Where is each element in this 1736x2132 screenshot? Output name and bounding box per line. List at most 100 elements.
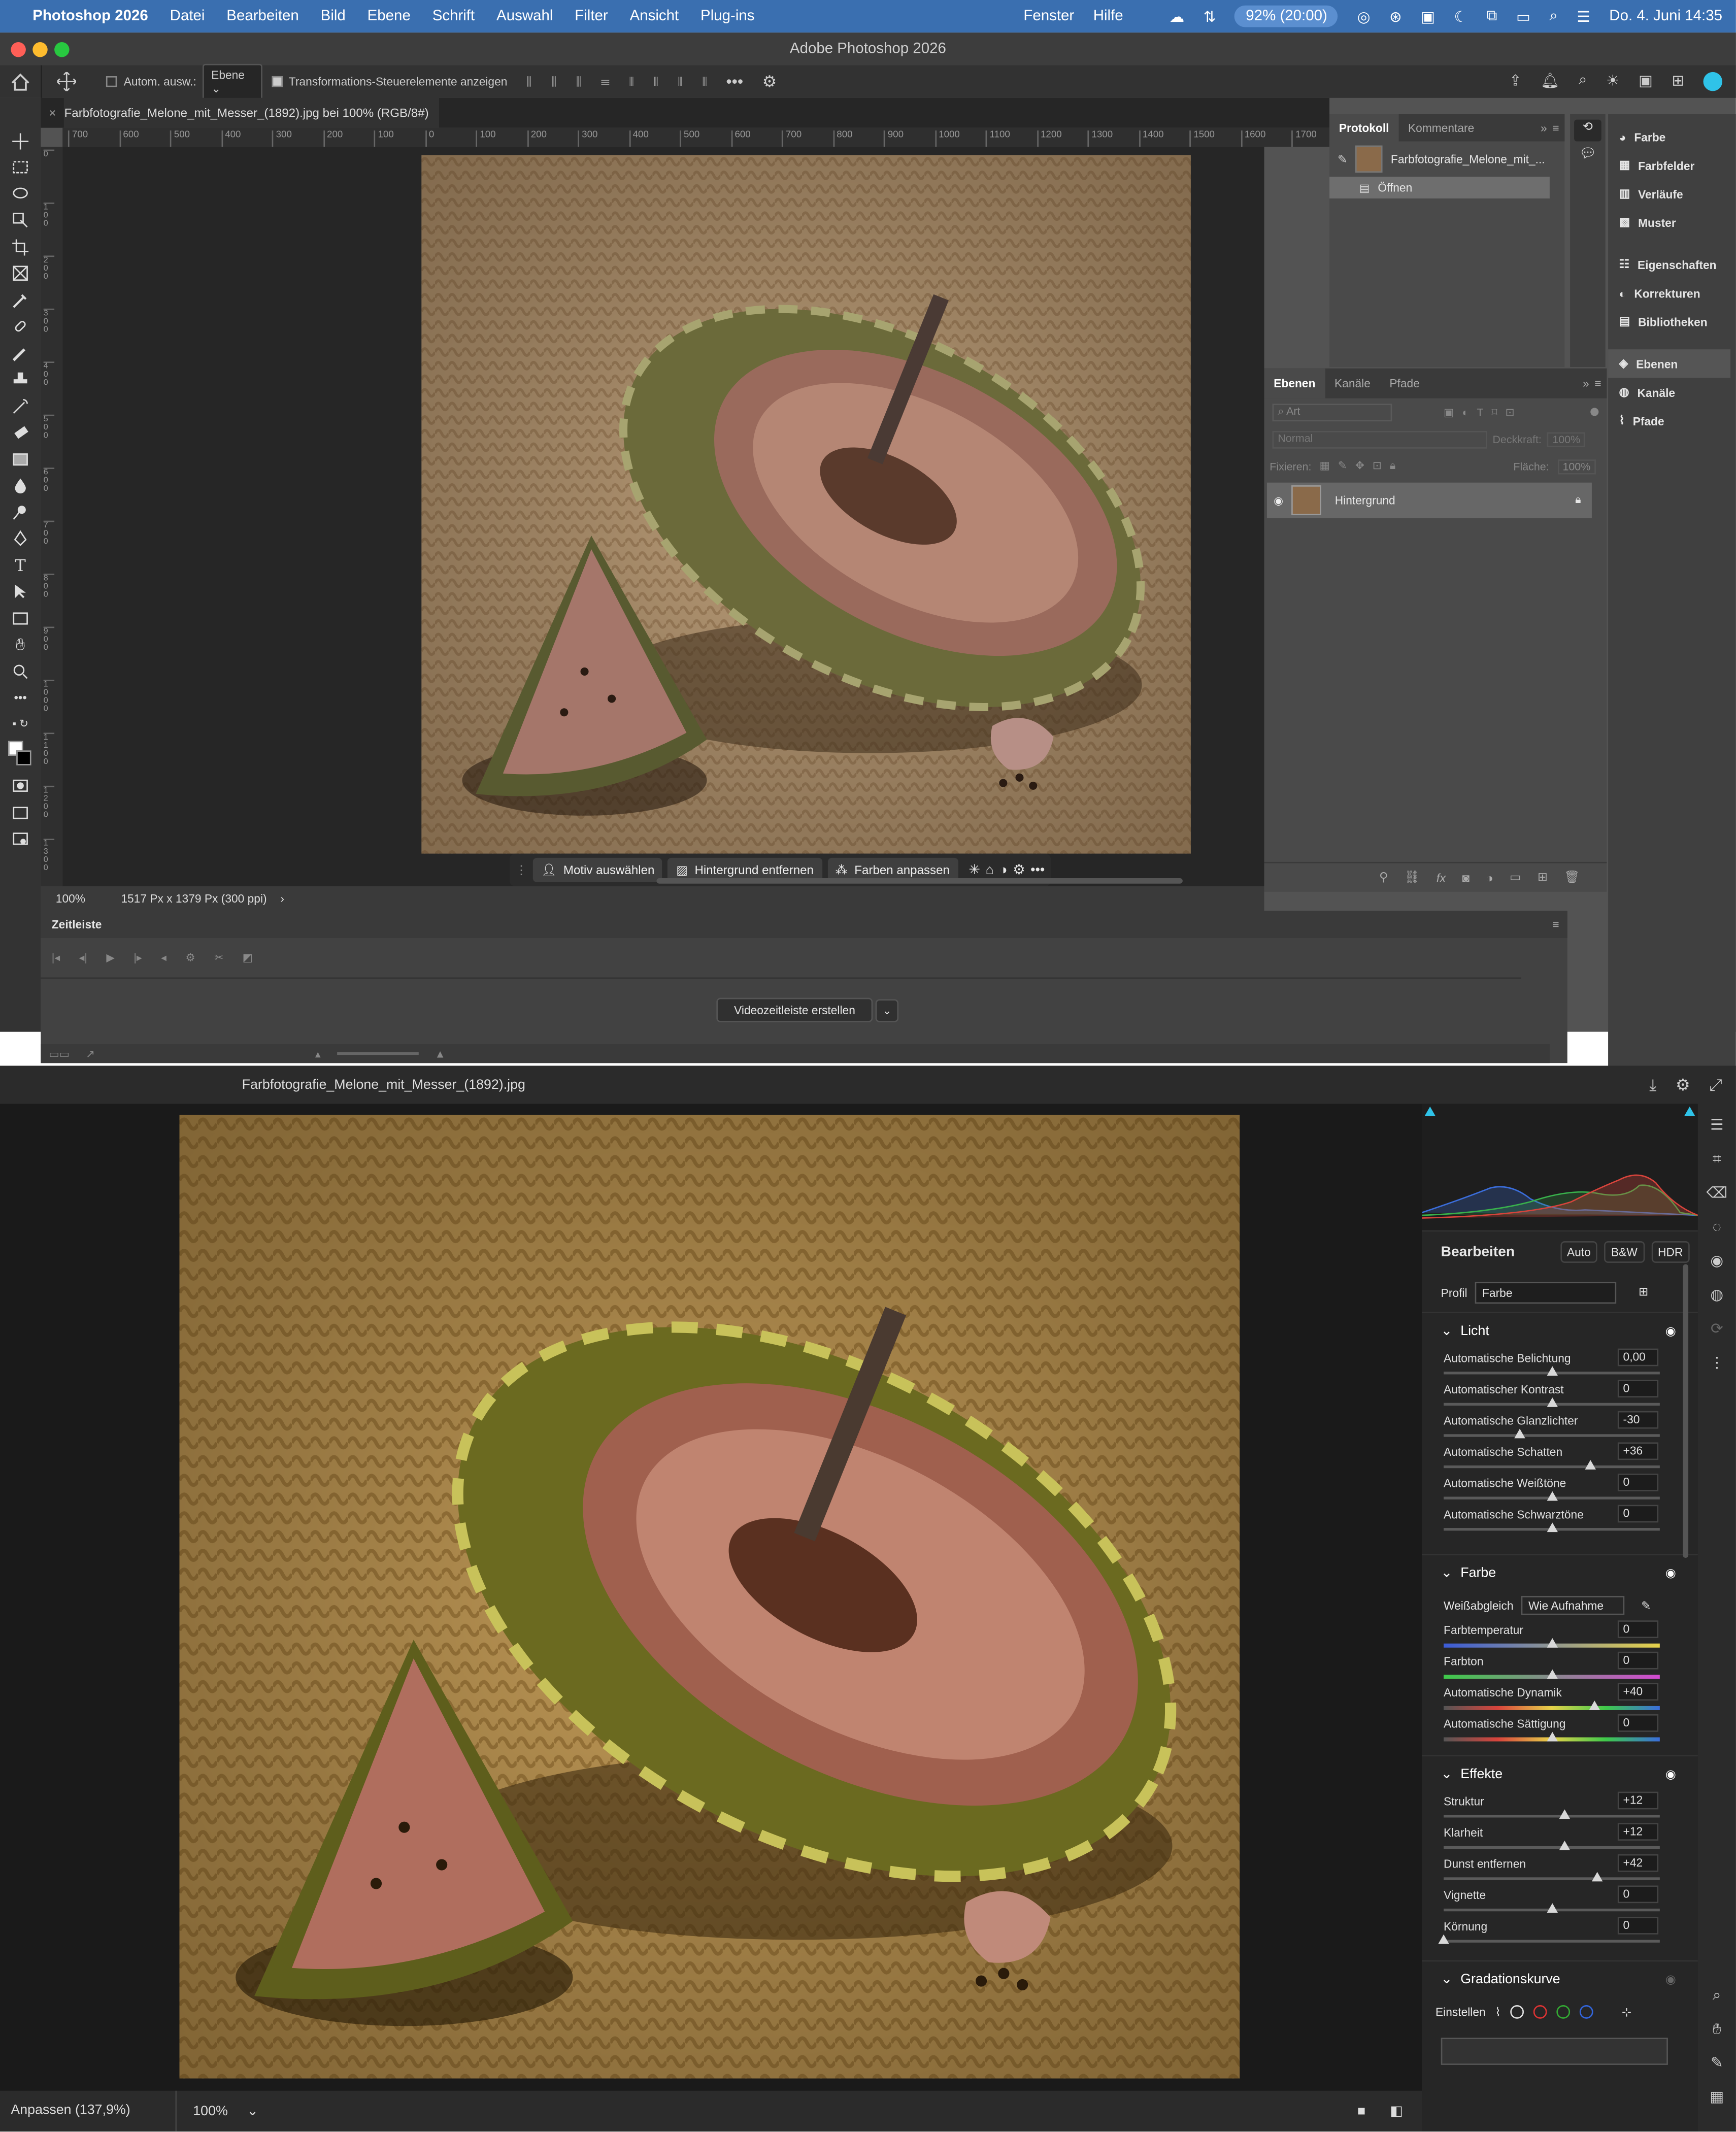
slider-knob[interactable] bbox=[1585, 1460, 1596, 1470]
marquee-tool-icon[interactable] bbox=[0, 154, 41, 181]
transition-icon[interactable]: ◩ bbox=[243, 952, 253, 964]
targeted-adjust-icon[interactable]: ⊹ bbox=[1622, 2005, 1631, 2019]
comments-panel-icon[interactable]: 💬︎ bbox=[1574, 147, 1601, 161]
edit-toolbar-icon[interactable] bbox=[0, 826, 41, 852]
dock-farbe[interactable]: ◕ Farbe bbox=[1608, 122, 1736, 151]
eye-icon[interactable]: ◉ bbox=[1274, 494, 1283, 506]
hand-tool-icon[interactable]: ✋︎ bbox=[0, 631, 41, 658]
zoom-in-icon[interactable]: ▲ bbox=[435, 1047, 446, 1059]
slider-value-input[interactable]: 0 bbox=[1617, 1885, 1659, 1904]
adobe-avatar[interactable] bbox=[1703, 72, 1723, 91]
zoom-window-button[interactable] bbox=[54, 42, 70, 57]
bell-icon[interactable]: 🔔︎ bbox=[1541, 72, 1559, 91]
type-tool-icon[interactable]: T bbox=[0, 552, 41, 578]
section-effekte[interactable]: ⌄ Effekte ◉ bbox=[1422, 1756, 1698, 1792]
select-subject-button[interactable]: 👤︎ Motiv auswählen bbox=[532, 857, 663, 883]
gradient-tool-icon[interactable] bbox=[0, 446, 41, 472]
layer-filter-dropdown[interactable]: ⌕ Art bbox=[1272, 403, 1392, 421]
slider-knob[interactable] bbox=[1546, 1491, 1557, 1501]
blend-mode-dropdown[interactable]: Normal bbox=[1272, 430, 1487, 448]
history-panel-icon[interactable]: ⟲ bbox=[1574, 119, 1601, 142]
slider-knob[interactable] bbox=[1546, 1903, 1557, 1913]
minimize-window-button[interactable] bbox=[32, 42, 48, 57]
audio-icon[interactable]: ◂ bbox=[161, 952, 166, 964]
screen-mode-icon[interactable] bbox=[0, 800, 41, 826]
cast-icon[interactable]: ⧉ bbox=[1486, 8, 1497, 25]
profile-browser-icon[interactable]: ⊞ bbox=[1639, 1285, 1648, 1300]
fullscreen-icon[interactable]: ⤢ bbox=[1709, 1075, 1722, 1095]
document-tab[interactable]: Farbfotografie_Melone_mit_Messer_(1892).… bbox=[64, 97, 440, 128]
transform-icon[interactable]: ⌂ bbox=[986, 862, 994, 877]
chevron-down-icon[interactable]: ⌄ bbox=[1441, 1323, 1452, 1338]
menu-plugins[interactable]: Plug-ins bbox=[700, 8, 754, 24]
slider-track[interactable] bbox=[1444, 1706, 1660, 1710]
slider-knob[interactable] bbox=[1591, 1872, 1603, 1882]
fx-icon[interactable]: fx bbox=[1437, 871, 1446, 884]
layer-name[interactable]: Hintergrund bbox=[1335, 493, 1395, 507]
zoom-value[interactable]: 100% bbox=[193, 2104, 227, 2118]
align-icons[interactable]: ⫼ ⫼ ⫼ ☰ ⫴ ⫴ ⫴ ⫴ bbox=[526, 74, 715, 89]
chevron-down-icon[interactable]: ⌄ bbox=[1441, 1767, 1452, 1781]
dock-pfade[interactable]: ⌇ Pfade bbox=[1608, 407, 1736, 435]
play-icon[interactable]: ▶ bbox=[106, 952, 114, 964]
move-tool-options-icon[interactable] bbox=[41, 65, 89, 98]
point-curve-red-icon[interactable] bbox=[1533, 2005, 1547, 2019]
history-item[interactable]: ▤ Öffnen bbox=[1329, 177, 1550, 198]
settings-icon[interactable]: ⚙ bbox=[185, 952, 195, 964]
tab-pfade[interactable]: Pfade bbox=[1380, 377, 1429, 390]
color-swatches[interactable] bbox=[0, 738, 41, 773]
point-curve-green-icon[interactable] bbox=[1556, 2005, 1571, 2019]
chevron-down-icon[interactable]: ⌄ bbox=[876, 998, 898, 1022]
slider-value-input[interactable]: 0 bbox=[1617, 1916, 1659, 1935]
slider-value-input[interactable]: 0 bbox=[1617, 1505, 1659, 1523]
slider-value-input[interactable]: +40 bbox=[1617, 1683, 1659, 1701]
spotlight-search-icon[interactable]: ⌕ bbox=[1549, 8, 1558, 25]
slider-track[interactable] bbox=[1444, 1465, 1660, 1469]
history-snapshot[interactable]: ✎ Farbfotografie_Melone_mit_... bbox=[1329, 142, 1564, 177]
moon-icon[interactable]: ☾ bbox=[1454, 8, 1467, 25]
parametric-curve-icon[interactable]: ⌇ bbox=[1495, 2005, 1500, 2019]
home-icon[interactable] bbox=[0, 65, 41, 98]
rectangle-tool-icon[interactable] bbox=[0, 605, 41, 631]
layer-row-hintergrund[interactable]: ◉ Hintergrund 🔒︎ bbox=[1266, 482, 1592, 518]
slider-knob[interactable] bbox=[1559, 1809, 1571, 1819]
stamp-tool-icon[interactable] bbox=[0, 367, 41, 393]
cloud-sync-icon[interactable]: ⊞ bbox=[1672, 72, 1684, 91]
slider-knob[interactable] bbox=[1546, 1669, 1557, 1679]
dock-eigenschaften[interactable]: ☷ Eigenschaften bbox=[1608, 250, 1736, 279]
filter-icons[interactable]: ▣◐T⌑⊡ bbox=[1444, 406, 1523, 418]
menu-bearbeiten[interactable]: Bearbeiten bbox=[226, 8, 299, 24]
dock-ebenen[interactable]: ◈ Ebenen bbox=[1608, 349, 1731, 378]
zoom-slider[interactable] bbox=[337, 1052, 419, 1055]
filter-toggle[interactable] bbox=[1590, 408, 1599, 416]
snapshots-tool-icon[interactable]: ⟳ bbox=[1698, 1313, 1736, 1347]
slider-knob[interactable] bbox=[1546, 1366, 1557, 1376]
drag-handle-icon[interactable]: ⋮ bbox=[515, 862, 527, 877]
vpn-icon[interactable]: ◎ bbox=[1357, 8, 1371, 25]
lock-icons[interactable]: ▦✎✥⊡🔒︎ bbox=[1320, 459, 1404, 473]
more-options-icon[interactable]: ••• bbox=[726, 72, 743, 91]
edit-tool-icon[interactable]: ☰ bbox=[1698, 1109, 1736, 1143]
network-icon[interactable]: ⇅ bbox=[1204, 8, 1216, 25]
eyedropper-tool-icon[interactable] bbox=[0, 287, 41, 313]
mask-settings-icon[interactable]: ⚙ bbox=[1013, 862, 1025, 877]
gear-icon[interactable]: ⚙ bbox=[762, 72, 777, 91]
control-center-icon[interactable]: ☰ bbox=[1577, 8, 1590, 25]
panel-menu-icon[interactable]: ≡ bbox=[1594, 377, 1601, 390]
tab-protokoll[interactable]: Protokoll bbox=[1329, 114, 1399, 142]
hand-tool-icon[interactable]: ✋︎ bbox=[1698, 2013, 1736, 2047]
dock-korrekturen[interactable]: ◐ Korrekturen bbox=[1608, 279, 1736, 307]
crop-tool-icon[interactable]: ⌗ bbox=[1698, 1143, 1736, 1177]
generative-icon[interactable]: ✳ bbox=[969, 862, 980, 877]
profile-dropdown[interactable]: Farbe bbox=[1475, 1281, 1617, 1303]
gear-icon[interactable]: ⚙ bbox=[1676, 1075, 1690, 1095]
white-balance-dropdown[interactable]: Wie Aufnahme bbox=[1521, 1595, 1625, 1615]
slider-value-input[interactable]: +42 bbox=[1617, 1854, 1659, 1872]
healing-brush-tool-icon[interactable] bbox=[0, 313, 41, 340]
crop-tool-icon[interactable] bbox=[0, 234, 41, 260]
section-gradationskurve[interactable]: ⌄ Gradationskurve ◉ bbox=[1422, 1961, 1698, 1997]
clock-datetime[interactable]: Do. 4. Juni 14:35 bbox=[1609, 8, 1722, 24]
chevron-down-icon[interactable]: ⌄ bbox=[1441, 1972, 1452, 1986]
pen-tool-icon[interactable] bbox=[0, 525, 41, 552]
horizontal-scrollbar[interactable] bbox=[656, 878, 1183, 884]
